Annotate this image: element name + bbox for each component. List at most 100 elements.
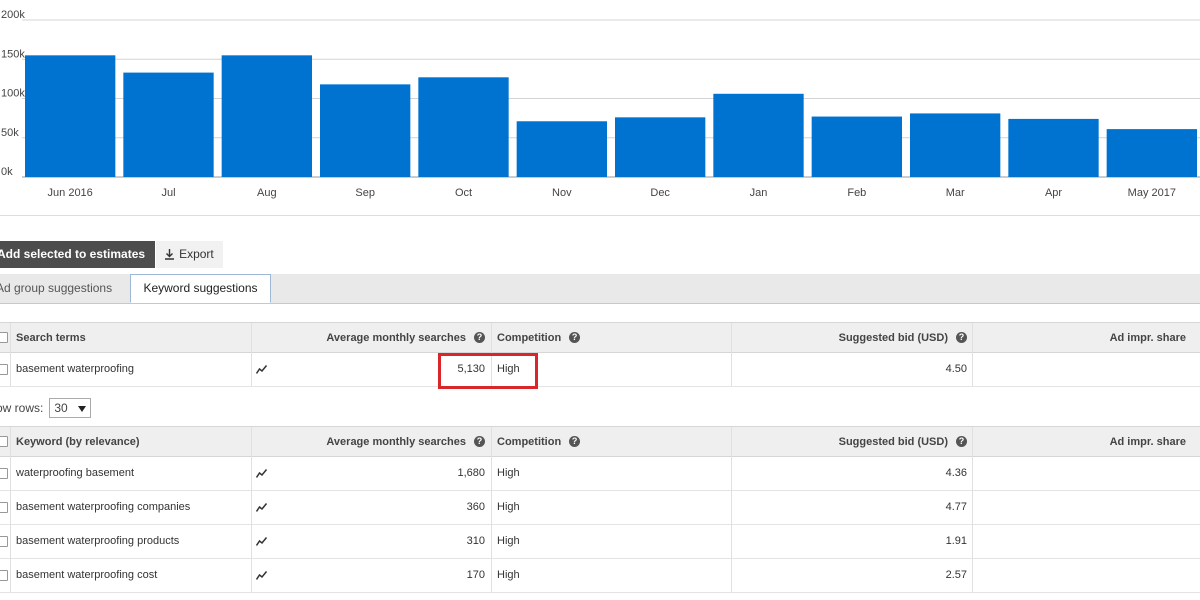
row-checkbox[interactable] <box>0 524 10 558</box>
bar[interactable] <box>1106 129 1197 177</box>
avg-monthly-searches: 360 <box>466 501 485 513</box>
row-checkbox[interactable] <box>0 456 10 490</box>
x-tick-label: Apr <box>1045 187 1062 199</box>
bar[interactable] <box>221 55 312 178</box>
keyword: basement waterproofing cost <box>16 569 158 581</box>
column-ad-impr-share[interactable]: Ad impr. share <box>972 427 1200 456</box>
rows-per-page-select[interactable]: 30 <box>49 398 91 418</box>
keyword: basement waterproofing products <box>16 535 180 547</box>
bar[interactable] <box>516 121 607 177</box>
download-icon <box>164 249 175 260</box>
table-header-row: Search terms Average monthly searches? C… <box>0 322 1200 353</box>
y-tick-label: 200k <box>1 9 25 21</box>
trend-chart-icon[interactable] <box>251 352 271 386</box>
bar[interactable] <box>910 113 1001 177</box>
x-tick-label: Nov <box>552 187 572 199</box>
bid-header-label: Suggested bid (USD) <box>838 435 948 448</box>
competition: High <box>497 501 520 513</box>
help-icon[interactable]: ? <box>474 332 485 343</box>
x-tick-label: Jan <box>750 187 768 199</box>
keyword: waterproofing basement <box>16 467 135 479</box>
select-all-checkbox[interactable] <box>0 323 10 352</box>
column-suggested-bid[interactable]: Suggested bid (USD)? <box>731 427 972 456</box>
x-tick-label: Sep <box>355 187 375 199</box>
ad-impr-share <box>972 558 1200 592</box>
competition: High <box>497 535 520 547</box>
help-icon[interactable]: ? <box>569 332 581 343</box>
bar[interactable] <box>1008 118 1099 177</box>
y-tick-label: 100k <box>1 88 25 100</box>
competition: High <box>497 569 520 581</box>
search-term: basement waterproofing <box>16 363 135 375</box>
x-tick-label: Jul <box>161 187 175 199</box>
table-row[interactable]: basement waterproofing companies 360 High 4… <box>0 490 1200 525</box>
select-all-checkbox[interactable] <box>0 427 10 456</box>
y-tick-label: 50k <box>1 127 19 139</box>
ad-impr-share <box>972 456 1200 490</box>
ad-impr-share <box>972 524 1200 558</box>
avg-header-label: Average monthly searches <box>326 435 466 448</box>
suggested-bid: 2.57 <box>945 569 967 581</box>
row-checkbox[interactable] <box>0 558 10 592</box>
x-tick-label: Oct <box>455 187 472 199</box>
avg-monthly-searches: 310 <box>466 535 485 547</box>
x-tick-label: Aug <box>257 187 277 199</box>
bar[interactable] <box>418 77 509 177</box>
rows-per-page-value: 30 <box>54 401 68 415</box>
keyword: basement waterproofing companies <box>16 501 191 513</box>
bar[interactable] <box>615 117 706 177</box>
show-rows-control: ow rows: 30 <box>0 397 91 419</box>
help-icon[interactable]: ? <box>474 436 485 447</box>
competition: High <box>497 467 520 479</box>
competition-header-label: Competition <box>497 331 562 344</box>
table-row[interactable]: basement waterproofing cost 170 High 2.57 <box>0 558 1200 593</box>
bar[interactable] <box>320 84 411 177</box>
table-row[interactable]: basement waterproofing 5,130 High 4.50 <box>0 352 1200 387</box>
export-label: Export <box>179 247 214 261</box>
trend-chart-icon[interactable] <box>251 490 271 524</box>
trend-chart-icon[interactable] <box>251 524 271 558</box>
suggested-bid: 1.91 <box>945 535 967 547</box>
competition-header-label: Competition <box>497 435 562 448</box>
x-tick-label: Jun 2016 <box>48 187 93 199</box>
bar[interactable] <box>811 116 902 177</box>
table-row[interactable]: basement waterproofing products 310 High 1.… <box>0 524 1200 559</box>
export-button[interactable]: Export <box>156 241 223 268</box>
bar[interactable] <box>713 93 804 177</box>
column-avg-monthly-searches[interactable]: Average monthly searches? <box>271 323 491 352</box>
row-checkbox[interactable] <box>0 352 10 386</box>
suggestion-tabs: Ad group suggestions Keyword suggestions <box>0 274 1200 304</box>
highlight-box <box>438 353 538 389</box>
suggested-bid: 4.77 <box>945 501 967 513</box>
column-competition[interactable]: Competition? <box>497 427 731 456</box>
avg-header-label: Average monthly searches <box>326 331 466 344</box>
monthly-searches-chart: 0k 50k 100k 150k 200k Jun 2016 Jul Aug Sep Oct Nov… <box>1 9 1200 199</box>
help-icon[interactable]: ? <box>956 332 967 343</box>
avg-monthly-searches: 1,680 <box>457 467 485 479</box>
column-ad-impr-share[interactable]: Ad impr. share <box>972 323 1200 352</box>
column-avg-monthly-searches[interactable]: Average monthly searches? <box>271 427 491 456</box>
dropdown-arrow-icon <box>77 401 86 415</box>
table-row[interactable]: waterproofing basement 1,680 High 4.36 <box>0 456 1200 491</box>
row-checkbox[interactable] <box>0 490 10 524</box>
tab-keyword-suggestions[interactable]: Keyword suggestions <box>130 274 271 303</box>
tab-ad-group-suggestions[interactable]: Ad group suggestions <box>0 274 122 303</box>
bar[interactable] <box>123 72 214 177</box>
y-tick-label: 0k <box>1 166 13 178</box>
chart-divider <box>0 215 1200 216</box>
help-icon[interactable]: ? <box>956 436 967 447</box>
column-suggested-bid[interactable]: Suggested bid (USD)? <box>731 323 972 352</box>
column-search-terms[interactable]: Search terms <box>16 323 251 352</box>
suggested-bid: 4.50 <box>945 363 967 375</box>
column-keyword[interactable]: Keyword (by relevance) <box>16 427 251 456</box>
show-rows-label: ow rows: <box>0 401 44 415</box>
add-to-estimates-button[interactable]: Add selected to estimates <box>0 241 156 268</box>
column-competition[interactable]: Competition? <box>497 323 731 352</box>
trend-chart-icon[interactable] <box>251 558 271 592</box>
trend-chart-icon[interactable] <box>251 456 271 490</box>
help-icon[interactable]: ? <box>569 436 581 447</box>
bar[interactable] <box>25 55 116 178</box>
x-tick-label: Mar <box>946 187 965 199</box>
x-tick-label: Dec <box>650 187 670 199</box>
toolbar: Add selected to estimates Export <box>0 241 223 268</box>
